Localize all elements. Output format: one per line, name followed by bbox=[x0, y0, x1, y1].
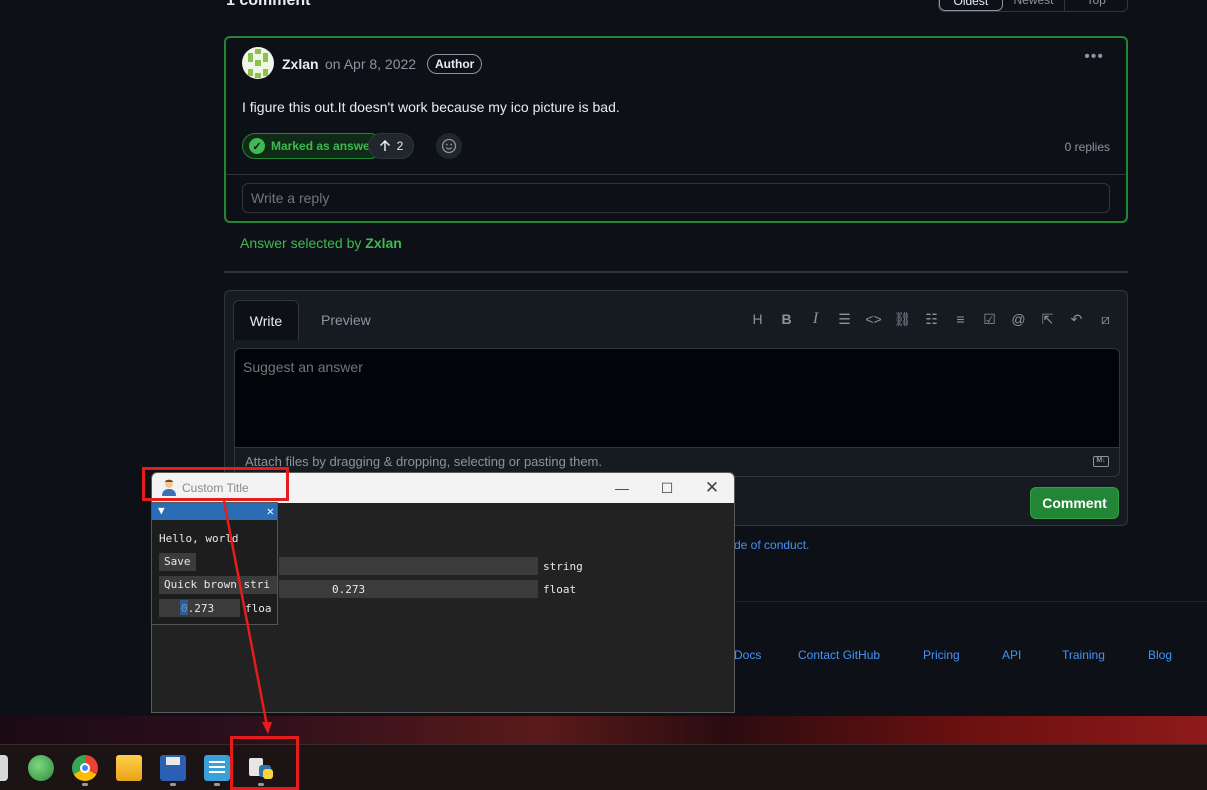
annotation-arrow bbox=[222, 500, 272, 734]
